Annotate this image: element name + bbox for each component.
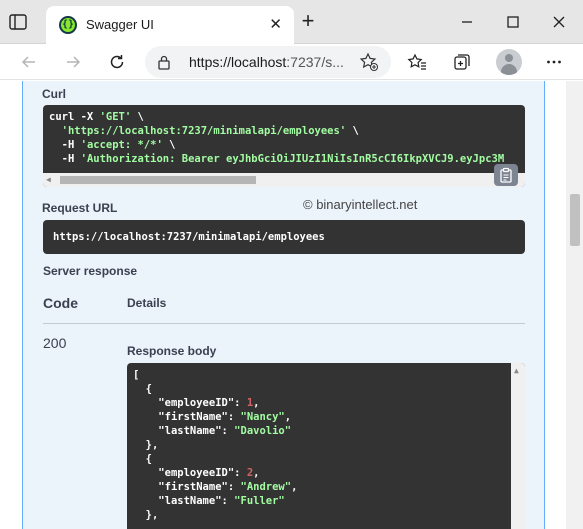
- browser-toolbar: https://localhost:7237/s...: [0, 44, 583, 80]
- more-icon[interactable]: [541, 49, 567, 75]
- json-number: 2: [246, 467, 254, 479]
- json-open-bracket: [: [133, 369, 140, 381]
- json-open-brace-2: {: [133, 453, 152, 465]
- curl-line-3: -H 'accept: */*' \: [49, 139, 176, 151]
- curl-method: 'GET': [99, 111, 132, 123]
- curl-cmd: curl -X: [49, 111, 100, 123]
- json-key: "lastName": [158, 425, 222, 437]
- request-url-heading: Request URL: [42, 201, 118, 215]
- tab-actions-icon[interactable]: [8, 12, 28, 32]
- curl-auth-header: 'Authorization: Bearer eyJhbGciOiJIUzI1N…: [80, 153, 505, 165]
- url-path: :7237/s...: [286, 54, 344, 70]
- request-url-value: https://localhost:7237/minimalapi/employ…: [53, 231, 325, 243]
- json-close-brace-1: },: [133, 439, 159, 451]
- browser-tab[interactable]: {} Swagger UI ✕: [46, 6, 294, 44]
- json-string: "Andrew": [240, 481, 292, 493]
- page-viewport: Curl curl -X 'GET' \ 'https://localhost:…: [0, 81, 583, 529]
- curl-flag-2: -H: [61, 153, 81, 165]
- json-brace: {: [145, 453, 152, 465]
- url-text[interactable]: https://localhost:7237/s...: [189, 54, 344, 70]
- json-string: "Fuller": [234, 495, 285, 507]
- avatar-body: [501, 64, 517, 75]
- curl-accept-header: 'accept: */*': [80, 139, 163, 151]
- col-header-details: Details: [127, 296, 167, 310]
- profile-avatar[interactable]: [496, 49, 522, 75]
- page-scrollbar[interactable]: [566, 81, 583, 529]
- back-icon[interactable]: [16, 49, 42, 75]
- forward-icon[interactable]: [60, 49, 86, 75]
- json-brace: {: [145, 383, 152, 395]
- lock-icon[interactable]: [157, 54, 171, 73]
- response-status-code: 200: [43, 335, 67, 351]
- json-close-brace-2: },: [133, 509, 159, 521]
- browser-titlebar: {} Swagger UI ✕ +: [0, 0, 583, 44]
- json-key: "employeeID": [158, 397, 235, 409]
- response-body-block[interactable]: [ { "employeeID": 1, "firstName": "Nancy…: [127, 363, 525, 529]
- json-key: "firstName": [158, 411, 228, 423]
- curl-line-1: curl -X 'GET' \: [49, 111, 144, 123]
- maximize-icon[interactable]: [501, 10, 525, 34]
- address-bar[interactable]: https://localhost:7237/s...: [145, 46, 391, 78]
- close-window-icon[interactable]: [547, 10, 571, 34]
- json-string: "Davolio": [234, 425, 292, 437]
- add-favorite-icon[interactable]: [359, 52, 379, 75]
- json-employee-1-last: "lastName": "Davolio": [158, 425, 292, 437]
- server-response-heading: Server response: [43, 264, 138, 278]
- response-table-divider: [43, 323, 525, 324]
- json-employee-2-first: "firstName": "Andrew",: [158, 481, 298, 493]
- curl-line-3-end: \: [162, 139, 176, 151]
- swagger-favicon-icon: {}: [59, 16, 77, 34]
- curl-url: 'https://localhost:7237/minimalapi/emplo…: [61, 125, 347, 137]
- json-number: 1: [246, 397, 254, 409]
- scroll-up-arrow-icon[interactable]: ▲: [514, 366, 519, 375]
- copy-to-clipboard-button[interactable]: [494, 164, 518, 186]
- json-employee-2-last: "lastName": "Fuller": [158, 495, 285, 507]
- collections-icon[interactable]: [449, 49, 475, 75]
- curl-line-2-end: \: [346, 125, 359, 137]
- page-scroll-thumb[interactable]: [570, 194, 580, 246]
- json-employee-1-first: "firstName": "Nancy",: [158, 411, 292, 423]
- json-key: "employeeID": [158, 467, 235, 479]
- avatar-head: [505, 54, 513, 62]
- json-string: "Nancy": [240, 411, 285, 423]
- curl-line-1-end: \: [131, 111, 144, 123]
- json-employee-1-id: "employeeID": 1,: [158, 397, 260, 409]
- response-body-label: Response body: [127, 344, 217, 358]
- close-tab-icon[interactable]: ✕: [269, 15, 282, 33]
- favorites-icon[interactable]: [404, 49, 430, 75]
- curl-code-block[interactable]: curl -X 'GET' \ 'https://localhost:7237/…: [43, 105, 525, 187]
- curl-line-4: -H 'Authorization: Bearer eyJhbGciOiJIUz…: [49, 153, 505, 165]
- json-employee-2-id: "employeeID": 2,: [158, 467, 260, 479]
- refresh-icon[interactable]: [104, 49, 130, 75]
- url-host: https://localhost: [189, 54, 287, 70]
- minimize-icon[interactable]: [455, 10, 479, 34]
- curl-scroll-thumb[interactable]: [60, 176, 256, 184]
- json-brace: },: [145, 509, 159, 521]
- tab-title: Swagger UI: [86, 17, 154, 32]
- watermark-text: © binaryintellect.net: [303, 197, 418, 212]
- json-brace: },: [145, 439, 159, 451]
- col-header-code: Code: [43, 295, 78, 311]
- json-open-brace-1: {: [133, 383, 152, 395]
- scroll-left-arrow-icon[interactable]: ◀: [46, 175, 51, 184]
- clipboard-icon: [500, 167, 512, 183]
- new-tab-button[interactable]: +: [296, 10, 320, 34]
- request-url-block[interactable]: https://localhost:7237/minimalapi/employ…: [43, 220, 525, 254]
- curl-heading: Curl: [42, 87, 66, 101]
- response-vertical-scrollbar[interactable]: ▲: [511, 363, 525, 529]
- json-key: "lastName": [158, 495, 222, 507]
- json-key: "firstName": [158, 481, 228, 493]
- curl-line-2: 'https://localhost:7237/minimalapi/emplo…: [49, 125, 359, 137]
- operation-block: Curl curl -X 'GET' \ 'https://localhost:…: [22, 81, 545, 529]
- curl-horizontal-scrollbar[interactable]: ◀: [43, 173, 525, 187]
- curl-flag-1: -H: [61, 139, 81, 151]
